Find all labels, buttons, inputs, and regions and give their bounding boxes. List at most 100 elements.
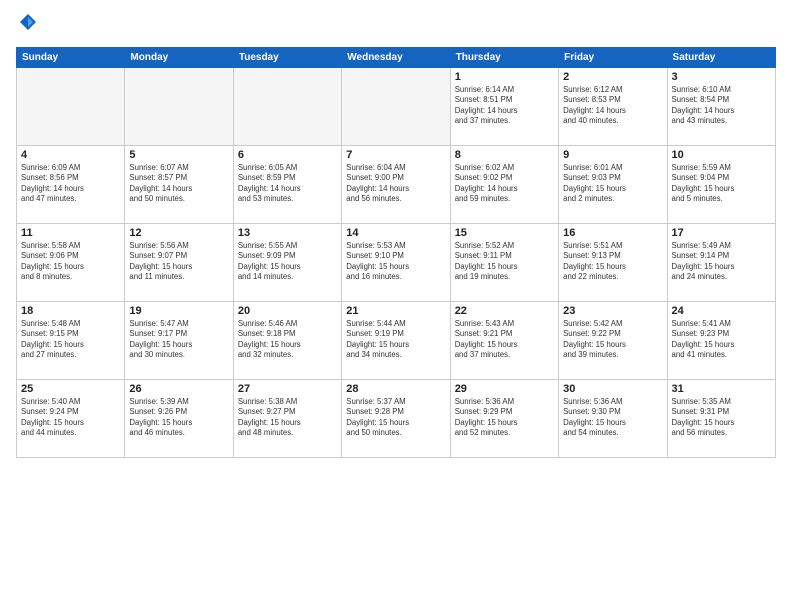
day-cell: 7 Sunrise: 6:04 AMSunset: 9:00 PMDaylight… [342, 145, 450, 223]
day-cell: 1 Sunrise: 6:14 AMSunset: 8:51 PMDaylight… [450, 67, 558, 145]
day-number: 10 [672, 149, 771, 161]
day-cell: 29 Sunrise: 5:36 AMSunset: 9:29 PMDayligh… [450, 379, 558, 457]
day-number: 8 [455, 149, 554, 161]
day-number: 17 [672, 227, 771, 239]
day-info: Sunrise: 5:36 AMSunset: 9:29 PMDaylight:… [455, 397, 554, 439]
weekday-tuesday: Tuesday [233, 47, 341, 67]
day-info: Sunrise: 6:02 AMSunset: 9:02 PMDaylight:… [455, 163, 554, 205]
day-info: Sunrise: 5:46 AMSunset: 9:18 PMDaylight:… [238, 319, 337, 361]
header [16, 12, 776, 39]
weekday-wednesday: Wednesday [342, 47, 450, 67]
day-info: Sunrise: 5:43 AMSunset: 9:21 PMDaylight:… [455, 319, 554, 361]
day-cell: 15Sunrise: 5:52 AMSunset: 9:11 PMDayligh… [450, 223, 558, 301]
day-info: Sunrise: 6:01 AMSunset: 9:03 PMDaylight:… [563, 163, 662, 205]
day-number: 4 [21, 149, 120, 161]
day-cell [342, 67, 450, 145]
day-cell: 21 Sunrise: 5:44 AMSunset: 9:19 PMDayligh… [342, 301, 450, 379]
day-info: Sunrise: 5:52 AMSunset: 9:11 PMDaylight:… [455, 241, 554, 283]
day-cell: 13 Sunrise: 5:55 AMSunset: 9:09 PMDayligh… [233, 223, 341, 301]
day-number: 26 [129, 383, 228, 395]
day-cell: 28 Sunrise: 5:37 AMSunset: 9:28 PMDayligh… [342, 379, 450, 457]
week-row-3: 18 Sunrise: 5:48 AMSunset: 9:15 PMDayligh… [17, 301, 776, 379]
day-cell: 30 Sunrise: 5:36 AMSunset: 9:30 PMDayligh… [559, 379, 667, 457]
day-info: Sunrise: 6:05 AMSunset: 8:59 PMDaylight:… [238, 163, 337, 205]
logo-text [16, 12, 38, 39]
day-cell: 16Sunrise: 5:51 AMSunset: 9:13 PMDayligh… [559, 223, 667, 301]
day-number: 9 [563, 149, 662, 161]
calendar-body: 1 Sunrise: 6:14 AMSunset: 8:51 PMDaylight… [17, 67, 776, 457]
day-number: 16 [563, 227, 662, 239]
day-info: Sunrise: 6:12 AMSunset: 8:53 PMDaylight:… [563, 85, 662, 127]
day-cell: 19Sunrise: 5:47 AMSunset: 9:17 PMDayligh… [125, 301, 233, 379]
day-number: 24 [672, 305, 771, 317]
day-cell: 17 Sunrise: 5:49 AMSunset: 9:14 PMDayligh… [667, 223, 775, 301]
day-cell: 22Sunrise: 5:43 AMSunset: 9:21 PMDayligh… [450, 301, 558, 379]
day-cell [125, 67, 233, 145]
day-number: 7 [346, 149, 445, 161]
day-info: Sunrise: 5:59 AMSunset: 9:04 PMDaylight:… [672, 163, 771, 205]
day-info: Sunrise: 5:37 AMSunset: 9:28 PMDaylight:… [346, 397, 445, 439]
day-info: Sunrise: 5:49 AMSunset: 9:14 PMDaylight:… [672, 241, 771, 283]
day-info: Sunrise: 6:07 AMSunset: 8:57 PMDaylight:… [129, 163, 228, 205]
day-number: 3 [672, 71, 771, 83]
day-number: 21 [346, 305, 445, 317]
day-cell: 9 Sunrise: 6:01 AMSunset: 9:03 PMDaylight… [559, 145, 667, 223]
day-number: 5 [129, 149, 228, 161]
day-number: 6 [238, 149, 337, 161]
day-info: Sunrise: 5:36 AMSunset: 9:30 PMDaylight:… [563, 397, 662, 439]
day-cell: 4 Sunrise: 6:09 AMSunset: 8:56 PMDaylight… [17, 145, 125, 223]
day-cell: 23 Sunrise: 5:42 AMSunset: 9:22 PMDayligh… [559, 301, 667, 379]
day-cell: 2 Sunrise: 6:12 AMSunset: 8:53 PMDaylight… [559, 67, 667, 145]
day-info: Sunrise: 5:58 AMSunset: 9:06 PMDaylight:… [21, 241, 120, 283]
day-info: Sunrise: 6:14 AMSunset: 8:51 PMDaylight:… [455, 85, 554, 127]
day-info: Sunrise: 6:09 AMSunset: 8:56 PMDaylight:… [21, 163, 120, 205]
day-cell: 14 Sunrise: 5:53 AMSunset: 9:10 PMDayligh… [342, 223, 450, 301]
day-number: 20 [238, 305, 337, 317]
day-cell: 5 Sunrise: 6:07 AMSunset: 8:57 PMDaylight… [125, 145, 233, 223]
day-number: 31 [672, 383, 771, 395]
day-info: Sunrise: 5:53 AMSunset: 9:10 PMDaylight:… [346, 241, 445, 283]
day-info: Sunrise: 5:55 AMSunset: 9:09 PMDaylight:… [238, 241, 337, 283]
day-number: 19 [129, 305, 228, 317]
day-number: 13 [238, 227, 337, 239]
day-number: 12 [129, 227, 228, 239]
day-number: 29 [455, 383, 554, 395]
day-number: 2 [563, 71, 662, 83]
day-cell: 27 Sunrise: 5:38 AMSunset: 9:27 PMDayligh… [233, 379, 341, 457]
day-number: 27 [238, 383, 337, 395]
weekday-thursday: Thursday [450, 47, 558, 67]
day-info: Sunrise: 5:44 AMSunset: 9:19 PMDaylight:… [346, 319, 445, 361]
week-row-4: 25Sunrise: 5:40 AMSunset: 9:24 PMDayligh… [17, 379, 776, 457]
day-number: 18 [21, 305, 120, 317]
day-info: Sunrise: 6:04 AMSunset: 9:00 PMDaylight:… [346, 163, 445, 205]
day-number: 30 [563, 383, 662, 395]
day-cell: 26 Sunrise: 5:39 AMSunset: 9:26 PMDayligh… [125, 379, 233, 457]
logo [16, 12, 38, 39]
day-number: 23 [563, 305, 662, 317]
weekday-monday: Monday [125, 47, 233, 67]
day-info: Sunrise: 5:38 AMSunset: 9:27 PMDaylight:… [238, 397, 337, 439]
weekday-header: SundayMondayTuesdayWednesdayThursdayFrid… [17, 47, 776, 67]
day-cell: 11 Sunrise: 5:58 AMSunset: 9:06 PMDayligh… [17, 223, 125, 301]
weekday-sunday: Sunday [17, 47, 125, 67]
calendar: SundayMondayTuesdayWednesdayThursdayFrid… [16, 47, 776, 458]
day-cell: 25Sunrise: 5:40 AMSunset: 9:24 PMDayligh… [17, 379, 125, 457]
day-cell: 8 Sunrise: 6:02 AMSunset: 9:02 PMDaylight… [450, 145, 558, 223]
day-info: Sunrise: 5:35 AMSunset: 9:31 PMDaylight:… [672, 397, 771, 439]
weekday-saturday: Saturday [667, 47, 775, 67]
day-number: 14 [346, 227, 445, 239]
day-cell: 24Sunrise: 5:41 AMSunset: 9:23 PMDayligh… [667, 301, 775, 379]
logo-icon [18, 12, 38, 32]
day-info: Sunrise: 5:48 AMSunset: 9:15 PMDaylight:… [21, 319, 120, 361]
day-number: 11 [21, 227, 120, 239]
day-info: Sunrise: 5:42 AMSunset: 9:22 PMDaylight:… [563, 319, 662, 361]
day-cell: 10 Sunrise: 5:59 AMSunset: 9:04 PMDayligh… [667, 145, 775, 223]
week-row-2: 11 Sunrise: 5:58 AMSunset: 9:06 PMDayligh… [17, 223, 776, 301]
day-number: 28 [346, 383, 445, 395]
week-row-1: 4 Sunrise: 6:09 AMSunset: 8:56 PMDaylight… [17, 145, 776, 223]
day-cell: 20 Sunrise: 5:46 AMSunset: 9:18 PMDayligh… [233, 301, 341, 379]
weekday-friday: Friday [559, 47, 667, 67]
day-info: Sunrise: 5:39 AMSunset: 9:26 PMDaylight:… [129, 397, 228, 439]
day-number: 1 [455, 71, 554, 83]
day-cell [17, 67, 125, 145]
